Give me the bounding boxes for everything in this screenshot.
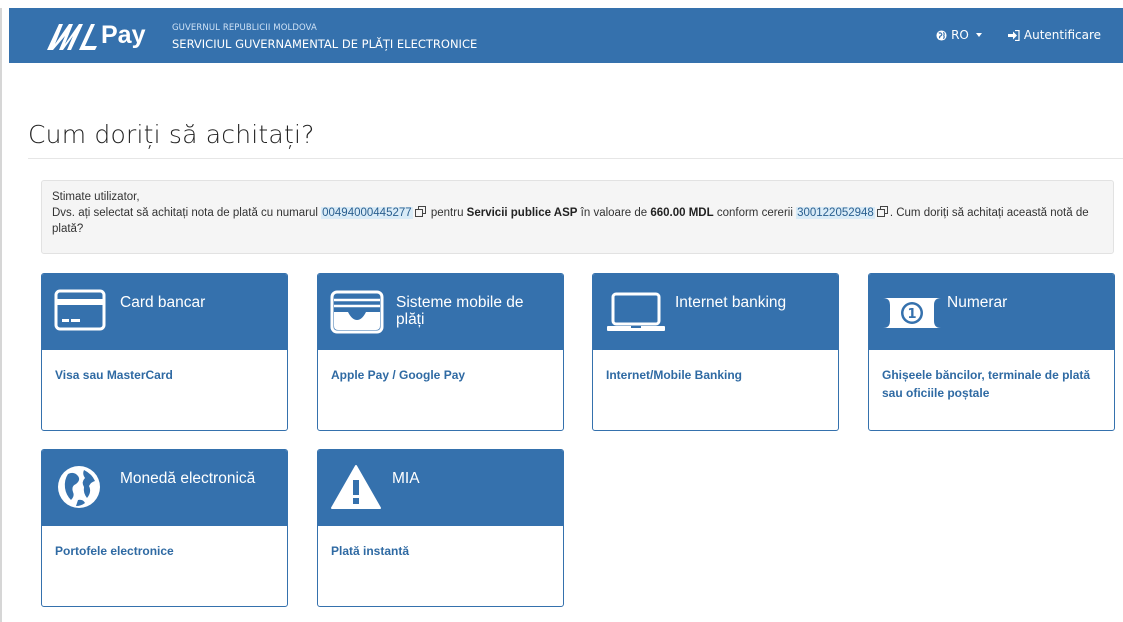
method-card-mia[interactable]: MIA Plată instantă <box>317 449 564 607</box>
method-card-bank-card[interactable]: Card bancar Visa sau MasterCard <box>41 273 288 431</box>
credit-card-icon <box>54 289 106 331</box>
service-name: Servicii publice ASP <box>466 207 578 219</box>
method-title: Numerar <box>947 294 1008 311</box>
invoice-number[interactable]: 00494000445277 <box>321 207 413 219</box>
greeting-text: Stimate utilizator, <box>52 191 140 203</box>
method-description[interactable]: Ghișeele băncilor, terminale de plată sa… <box>869 350 1114 418</box>
mpay-logo[interactable]: Pay <box>45 16 157 54</box>
svg-text:1: 1 <box>907 307 916 322</box>
card-header: 1 Numerar <box>869 274 1114 350</box>
method-title: Monedă electronică <box>120 470 256 487</box>
language-selector[interactable]: RO <box>936 28 982 42</box>
method-description[interactable]: Visa sau MasterCard <box>42 350 287 400</box>
card-header: Monedă electronică <box>42 450 287 526</box>
request-number[interactable]: 300122052948 <box>796 207 875 219</box>
login-link[interactable]: Autentificare <box>1007 28 1101 42</box>
logo-text: Pay <box>101 21 146 49</box>
card-header: Card bancar <box>42 274 287 350</box>
method-description[interactable]: Plată instantă <box>318 526 563 576</box>
copy-icon[interactable] <box>876 206 888 217</box>
login-label: Autentificare <box>1023 28 1101 42</box>
chevron-down-icon <box>975 33 982 37</box>
method-description[interactable]: Apple Pay / Google Pay <box>318 350 563 400</box>
warning-icon <box>331 465 381 509</box>
method-description[interactable]: Portofele electronice <box>42 526 287 576</box>
method-card-e-money[interactable]: Monedă electronică Portofele electronice <box>41 449 288 607</box>
globe-icon <box>58 466 100 508</box>
payment-description: Dvs. ați selectat să achitați nota de pl… <box>52 205 1103 237</box>
method-card-internet-banking[interactable]: Internet banking Internet/Mobile Banking <box>592 273 839 431</box>
wallet-icon <box>330 290 384 334</box>
language-label: RO <box>951 28 969 42</box>
method-description[interactable]: Internet/Mobile Banking <box>593 350 838 400</box>
sign-in-icon <box>1007 29 1020 41</box>
card-header: Sisteme mobile de plăți <box>318 274 563 350</box>
banknote-icon: 1 <box>883 298 941 328</box>
card-header: MIA <box>318 450 563 526</box>
nav-right: RO Autentificare <box>936 28 1101 42</box>
info-text-4: conform cererii <box>713 207 797 219</box>
page-title: Cum doriți să achitați? <box>28 120 315 149</box>
method-card-cash[interactable]: 1 Numerar Ghișeele băncilor, terminale d… <box>868 273 1115 431</box>
info-text-1: Dvs. ați selectat să achitați nota de pl… <box>52 207 322 219</box>
method-card-mobile-pay[interactable]: Sisteme mobile de plăți Apple Pay / Goog… <box>317 273 564 431</box>
title-divider <box>28 158 1123 159</box>
payment-info-box: Stimate utilizator, Dvs. ați selectat să… <box>41 180 1114 254</box>
info-text-2: pentru <box>427 207 467 219</box>
laptop-icon <box>607 292 665 331</box>
top-navbar: Pay GUVERNUL REPUBLICII MOLDOVA SERVICIU… <box>9 8 1123 63</box>
amount: 660.00 MDL <box>650 207 714 219</box>
service-title: SERVICIUL GUVERNAMENTAL DE PLĂȚI ELECTRO… <box>172 37 478 51</box>
method-title: Card bancar <box>120 294 206 311</box>
info-text-3: în valoare de <box>577 207 651 219</box>
card-header: Internet banking <box>593 274 838 350</box>
globe-icon <box>936 29 947 41</box>
method-title: Sisteme mobile de plăți <box>396 294 524 328</box>
method-title: MIA <box>392 470 420 487</box>
gov-label: GUVERNUL REPUBLICII MOLDOVA <box>172 23 317 33</box>
copy-icon[interactable] <box>414 206 426 217</box>
method-title: Internet banking <box>675 294 787 311</box>
